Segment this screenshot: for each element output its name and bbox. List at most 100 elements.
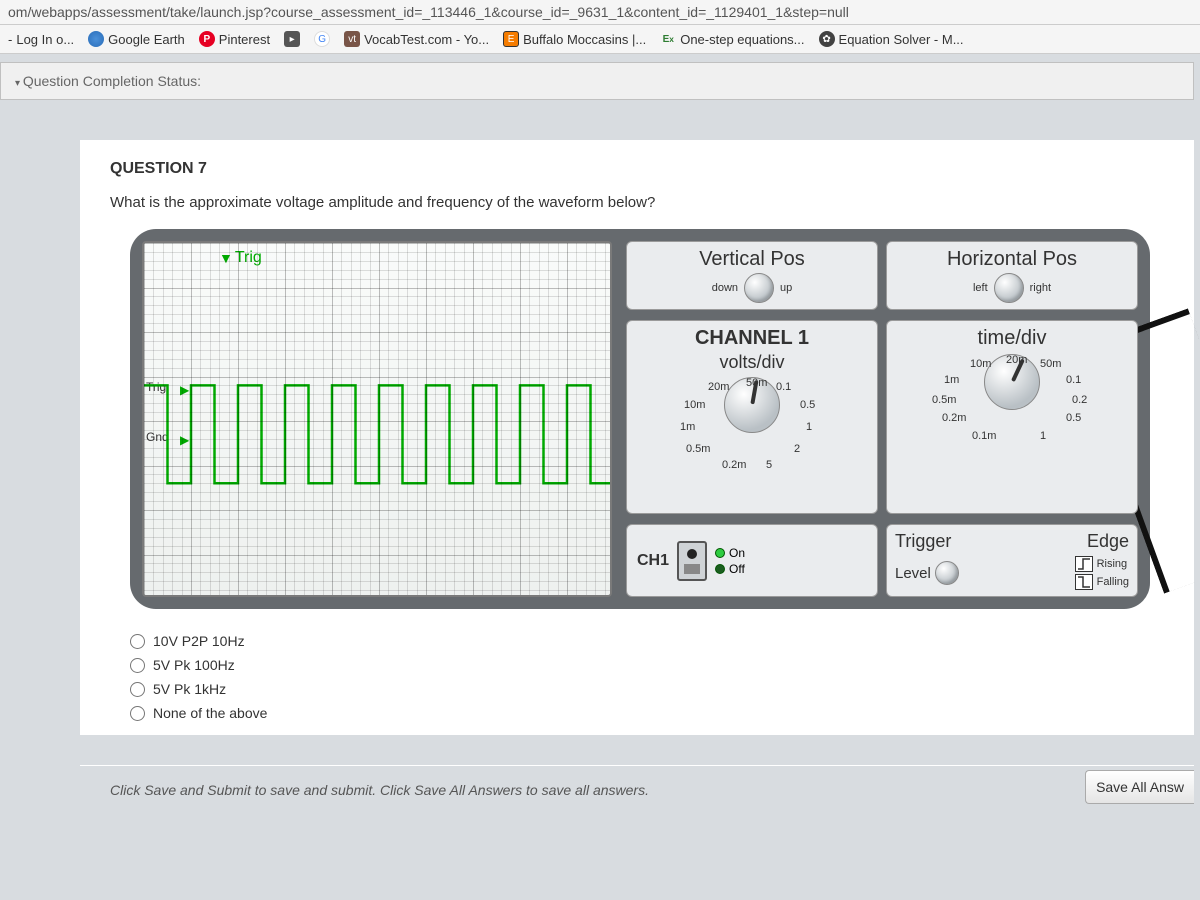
ch1-subtitle: volts/div: [635, 352, 869, 373]
radio-a[interactable]: [130, 634, 145, 649]
youtube-icon: ▸: [284, 31, 300, 47]
bookmark-google[interactable]: G: [314, 31, 330, 47]
dial-label: 0.2: [1072, 394, 1087, 406]
completion-status-bar[interactable]: Question Completion Status:: [0, 62, 1194, 100]
level-label: Level: [895, 565, 931, 582]
vpos-left-label: down: [712, 282, 738, 294]
answer-option-c[interactable]: 5V Pk 1kHz: [130, 677, 1164, 701]
dial-label: 0.5m: [686, 443, 710, 455]
answer-options: 10V P2P 10Hz 5V Pk 100Hz 5V Pk 1kHz None…: [130, 629, 1164, 725]
footer: Click Save and Submit to save and submit…: [80, 765, 1194, 804]
dial-label: 0.5: [1066, 412, 1081, 424]
hpos-left-label: left: [973, 282, 988, 294]
pinterest-icon: P: [199, 31, 215, 47]
question-prompt: What is the approximate voltage amplitud…: [110, 194, 1164, 211]
dial-label: 50m: [1040, 358, 1061, 370]
dial-label: 1: [806, 421, 812, 433]
radio-c[interactable]: [130, 682, 145, 697]
vpos-knob[interactable]: [744, 273, 774, 303]
trigger-title: Trigger: [895, 531, 951, 552]
dial-label: 20m: [1006, 354, 1027, 366]
dial-label: 0.5m: [932, 394, 956, 406]
answer-label: 5V Pk 1kHz: [153, 681, 226, 697]
bookmark-label: Equation Solver - M...: [839, 32, 964, 47]
question-panel: QUESTION 7 What is the approximate volta…: [80, 140, 1194, 735]
footer-hint: Click Save and Submit to save and submit…: [110, 782, 649, 804]
falling-edge-icon[interactable]: [1075, 574, 1093, 590]
edge-title: Edge: [1087, 531, 1129, 552]
bookmark-youtube[interactable]: ▸: [284, 31, 300, 47]
radio-d[interactable]: [130, 706, 145, 721]
ch1-input-panel: CH1 On Off: [626, 524, 878, 597]
e-icon: E: [503, 31, 519, 47]
time-div-panel: time/div 20m 50m 0.1 0.2 0.5 1 0.1m 0.2m…: [886, 320, 1138, 514]
bookmark-moccasins[interactable]: E Buffalo Moccasins |...: [503, 31, 646, 47]
hpos-knob[interactable]: [994, 273, 1024, 303]
bookmark-label: Buffalo Moccasins |...: [523, 32, 646, 47]
dial-label: 0.5: [800, 399, 815, 411]
url-bar[interactable]: om/webapps/assessment/take/launch.jsp?co…: [0, 0, 1200, 25]
dial-label: 1: [1040, 430, 1046, 442]
dial-label: 0.1: [776, 381, 791, 393]
oscilloscope: // grid placeholder: we will generate af…: [130, 229, 1150, 609]
answer-label: 10V P2P 10Hz: [153, 633, 245, 649]
dial-label: 50m: [746, 377, 767, 389]
bookmark-label: Pinterest: [219, 32, 270, 47]
ex-icon: Ex: [660, 31, 676, 47]
dial-label: 20m: [708, 381, 729, 393]
bookmark-pinterest[interactable]: P Pinterest: [199, 31, 270, 47]
on-label: On: [729, 546, 745, 560]
bookmark-onestep[interactable]: Ex One-step equations...: [660, 31, 804, 47]
google-icon: G: [314, 31, 330, 47]
trigger-panel: Trigger Edge Level Rising Falling: [886, 524, 1138, 597]
bookmark-eqsolver[interactable]: ✿ Equation Solver - M...: [819, 31, 964, 47]
bookmark-label: VocabTest.com - Yo...: [364, 32, 489, 47]
answer-label: None of the above: [153, 705, 267, 721]
question-title: QUESTION 7: [110, 160, 1164, 178]
cog-icon: ✿: [819, 31, 835, 47]
completion-label: Question Completion Status:: [23, 73, 201, 89]
rising-edge-icon[interactable]: [1075, 556, 1093, 572]
off-label: Off: [729, 562, 745, 576]
dial-label: 10m: [684, 399, 705, 411]
hpos-right-label: right: [1030, 282, 1051, 294]
save-all-answers-button[interactable]: Save All Answ: [1085, 770, 1194, 804]
time-title: time/div: [895, 327, 1129, 350]
dial-label: 2: [794, 443, 800, 455]
bookmarks-bar: -Log In o... Google Earth P Pinterest ▸ G…: [0, 25, 1200, 54]
answer-label: 5V Pk 100Hz: [153, 657, 235, 673]
vt-icon: vt: [344, 31, 360, 47]
answer-option-a[interactable]: 10V P2P 10Hz: [130, 629, 1164, 653]
channel1-panel: CHANNEL 1 volts/div 50m 0.1 0.5 1 2 5 0.…: [626, 320, 878, 514]
radio-b[interactable]: [130, 658, 145, 673]
answer-option-b[interactable]: 5V Pk 100Hz: [130, 653, 1164, 677]
answer-option-d[interactable]: None of the above: [130, 701, 1164, 725]
scope-screen: // grid placeholder: we will generate af…: [142, 241, 612, 597]
dial-label: 0.1m: [972, 430, 996, 442]
ch1-name: CH1: [637, 552, 669, 570]
vertical-pos-panel: Vertical Pos down up: [626, 241, 878, 310]
dial-label: 0.2m: [722, 459, 746, 471]
bookmark-vocabtest[interactable]: vt VocabTest.com - Yo...: [344, 31, 489, 47]
bookmark-google-earth[interactable]: Google Earth: [88, 31, 185, 47]
dial-label: 10m: [970, 358, 991, 370]
earth-icon: [88, 31, 104, 47]
led-off-icon: [715, 564, 725, 574]
dial-label: 0.2m: [942, 412, 966, 424]
bookmark-login[interactable]: -Log In o...: [8, 32, 74, 47]
horizontal-pos-panel: Horizontal Pos left right: [886, 241, 1138, 310]
dial-label: 1m: [944, 374, 959, 386]
dial-label: 1m: [680, 421, 695, 433]
hpos-title: Horizontal Pos: [895, 248, 1129, 271]
vpos-right-label: up: [780, 282, 792, 294]
dial-label: 0.1: [1066, 374, 1081, 386]
falling-label: Falling: [1097, 576, 1129, 588]
bookmark-label: One-step equations...: [680, 32, 804, 47]
led-on-icon: [715, 548, 725, 558]
ch1-title: CHANNEL 1: [635, 327, 869, 350]
trigger-level-knob[interactable]: [935, 561, 959, 585]
ch1-jack[interactable]: [677, 541, 707, 581]
rising-label: Rising: [1097, 558, 1128, 570]
dial-label: 5: [766, 459, 772, 471]
vpos-title: Vertical Pos: [635, 248, 869, 271]
